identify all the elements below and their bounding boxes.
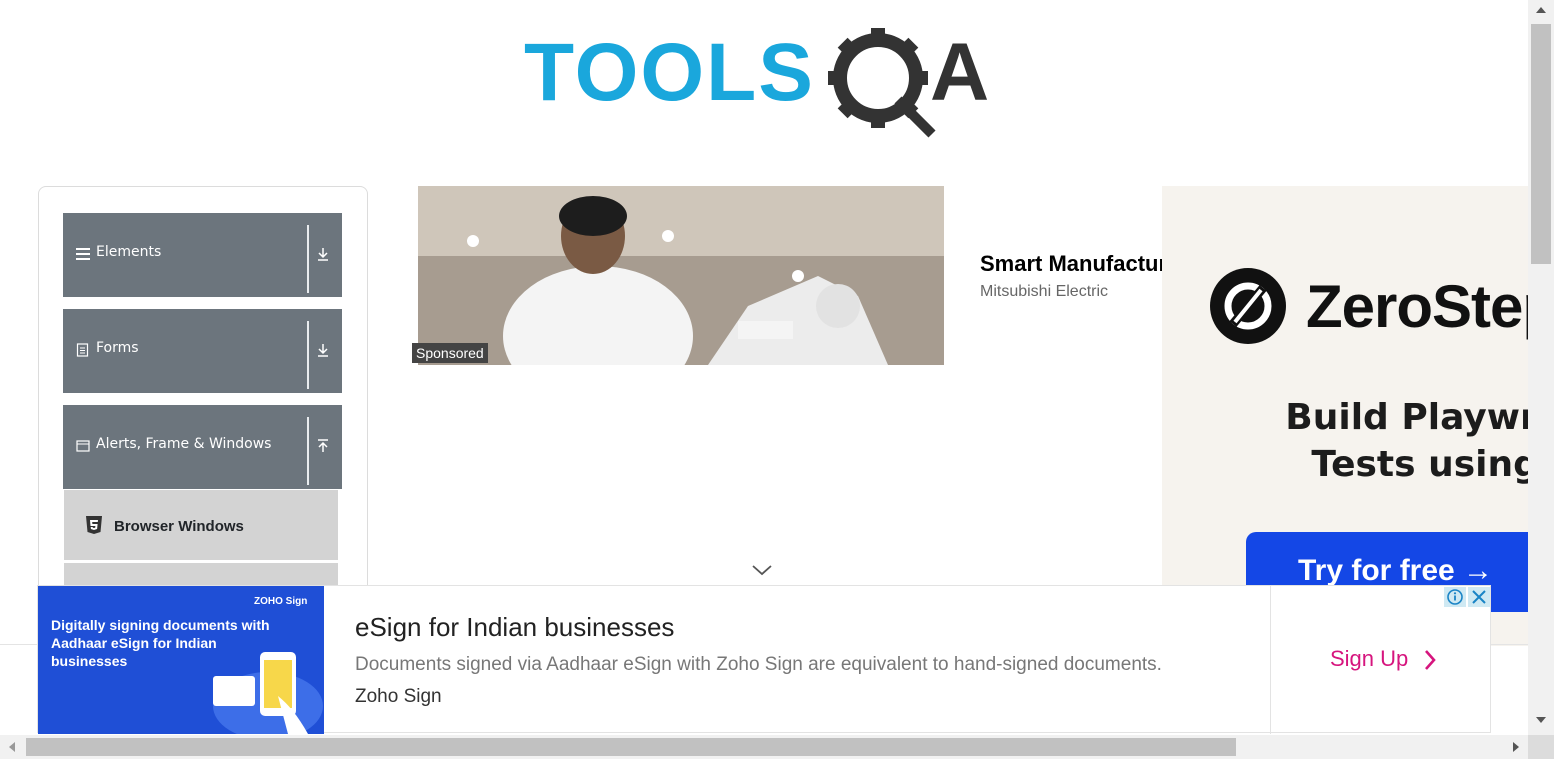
horizontal-scrollbar[interactable] — [0, 735, 1528, 759]
vertical-scrollbar[interactable] — [1528, 0, 1554, 735]
zerostep-logo-icon — [1210, 268, 1286, 344]
html5-icon — [86, 516, 102, 534]
right-ad[interactable]: ZeroStep Build Playwright Tests using AI… — [1162, 186, 1528, 646]
bottom-ad-source[interactable]: Zoho Sign — [355, 686, 442, 708]
bottom-ad-image[interactable]: ZOHO Sign Digitally signing documents wi… — [38, 586, 324, 734]
bottom-ad-banner[interactable]: ZOHO Sign Digitally signing documents wi… — [37, 585, 1491, 734]
ad-close-icon[interactable] — [1468, 587, 1490, 607]
scroll-left-icon[interactable] — [8, 742, 16, 752]
ad-info-icon[interactable] — [1444, 587, 1466, 607]
sidebar-group-alerts-frame-windows[interactable]: Alerts, Frame & Windows — [63, 405, 342, 489]
chevron-down-icon[interactable] — [750, 562, 774, 578]
form-icon — [76, 343, 89, 357]
toolsqa-logo[interactable]: TOOLS A — [520, 20, 1020, 138]
ad-brand: ZeroStep — [1306, 273, 1528, 340]
sponsored-image[interactable] — [418, 186, 944, 365]
logo-text-tools: TOOLS — [524, 27, 815, 118]
sign-up-button[interactable]: Sign Up — [1330, 646, 1408, 672]
horizontal-scroll-thumb[interactable] — [26, 738, 1236, 756]
gear-icon — [828, 28, 936, 138]
chevron-right-icon[interactable] — [1423, 648, 1437, 672]
scroll-right-icon[interactable] — [1512, 742, 1520, 752]
sidebar-group-label: Alerts, Frame & Windows — [96, 436, 272, 452]
sidebar-group-label: Elements — [96, 244, 162, 260]
scroll-up-icon[interactable] — [1536, 6, 1546, 14]
sidebar-group-label: Forms — [96, 340, 139, 356]
download-arrow-icon[interactable] — [316, 246, 330, 262]
sidebar: Elements Forms Alerts, Frame & Windows B… — [38, 186, 368, 608]
sponsored-advertiser[interactable]: Mitsubishi Electric — [980, 283, 1108, 301]
ad-headline: Build Playwright Tests using AI — [1285, 397, 1528, 485]
vertical-scroll-thumb[interactable] — [1531, 24, 1551, 264]
divider — [307, 225, 309, 293]
upload-arrow-icon[interactable] — [316, 438, 330, 454]
logo-text-a: A — [930, 27, 989, 118]
zoho-sign-logo: ZOHO Sign — [254, 596, 308, 607]
sidebar-item-browser-windows[interactable]: Browser Windows — [64, 490, 338, 560]
sponsored-title[interactable]: Smart Manufacturing — [980, 251, 1162, 277]
sidebar-item-label: Browser Windows — [114, 518, 244, 535]
sponsored-tag: Sponsored — [412, 343, 488, 363]
bottom-ad-description: Documents signed via Aadhaar eSign with … — [355, 654, 1162, 675]
scrollbar-corner — [1528, 735, 1554, 759]
sidebar-group-elements[interactable]: Elements — [63, 213, 342, 297]
scroll-down-icon[interactable] — [1536, 716, 1546, 724]
divider — [307, 417, 309, 485]
download-arrow-icon[interactable] — [316, 342, 330, 358]
divider — [1270, 586, 1271, 734]
sidebar-group-forms[interactable]: Forms — [63, 309, 342, 393]
phone-illustration-icon — [213, 652, 323, 734]
try-for-free-label: Try for free → — [1298, 554, 1494, 587]
window-icon — [76, 440, 90, 452]
divider — [307, 321, 309, 389]
hamburger-icon — [76, 248, 90, 260]
bottom-ad-title[interactable]: eSign for Indian businesses — [355, 612, 674, 643]
